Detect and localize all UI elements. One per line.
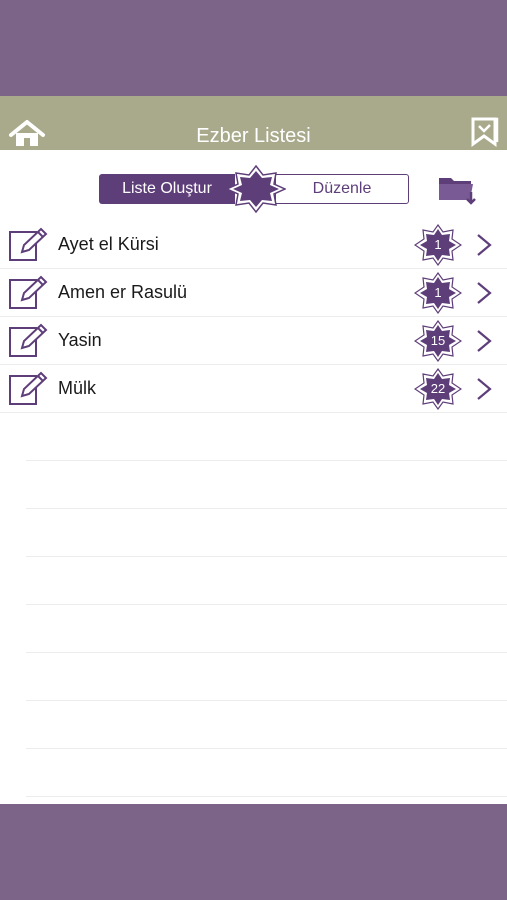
list-separator xyxy=(26,796,507,797)
bookmark-button[interactable] xyxy=(470,116,500,148)
segment-create-list[interactable]: Liste Oluştur xyxy=(99,174,235,204)
list-separator xyxy=(26,748,507,749)
list-separator xyxy=(26,508,507,509)
chevron-right-icon[interactable] xyxy=(474,376,494,402)
list-item-label: Yasin xyxy=(58,330,102,350)
nav-header: Ezber Listesi xyxy=(0,96,507,150)
chevron-right-icon[interactable] xyxy=(474,232,494,258)
list-separator xyxy=(26,604,507,605)
chevron-right-icon[interactable] xyxy=(474,280,494,306)
star-ornament-icon xyxy=(226,165,286,213)
list-separator xyxy=(26,652,507,653)
home-icon xyxy=(9,120,45,146)
count-badge: 15 xyxy=(430,333,446,348)
list-item-label: Amen er Rasulü xyxy=(58,282,188,302)
top-band xyxy=(0,0,507,96)
segment-edit[interactable]: Düzenle xyxy=(275,174,409,204)
folder-download-icon xyxy=(439,178,476,205)
list-separator xyxy=(26,556,507,557)
list-item[interactable]: Yasin 15 xyxy=(0,316,507,365)
edit-icon[interactable] xyxy=(8,226,50,262)
import-folder-button[interactable] xyxy=(437,172,479,206)
list-item-label: Mülk xyxy=(58,378,97,398)
list-item[interactable]: Mülk 22 xyxy=(0,364,507,413)
segment-control: Liste Oluştur Düzenle xyxy=(99,165,409,213)
count-badge: 1 xyxy=(434,237,442,252)
list-item[interactable]: Amen er Rasulü 1 xyxy=(0,268,507,317)
list-separator xyxy=(26,700,507,701)
edit-icon[interactable] xyxy=(8,274,50,310)
edit-icon[interactable] xyxy=(8,322,50,358)
list-separator xyxy=(26,460,507,461)
count-badge: 22 xyxy=(430,381,446,396)
edit-icon[interactable] xyxy=(8,370,50,406)
count-badge: 1 xyxy=(434,285,442,300)
bottom-band xyxy=(0,804,507,900)
list-item[interactable]: Ayet el Kürsi 1 xyxy=(0,220,507,269)
home-button[interactable] xyxy=(8,118,46,150)
page-title: Ezber Listesi xyxy=(196,125,311,147)
list-item-label: Ayet el Kürsi xyxy=(58,234,159,254)
chevron-right-icon[interactable] xyxy=(474,328,494,354)
bookmark-icon xyxy=(471,117,499,147)
